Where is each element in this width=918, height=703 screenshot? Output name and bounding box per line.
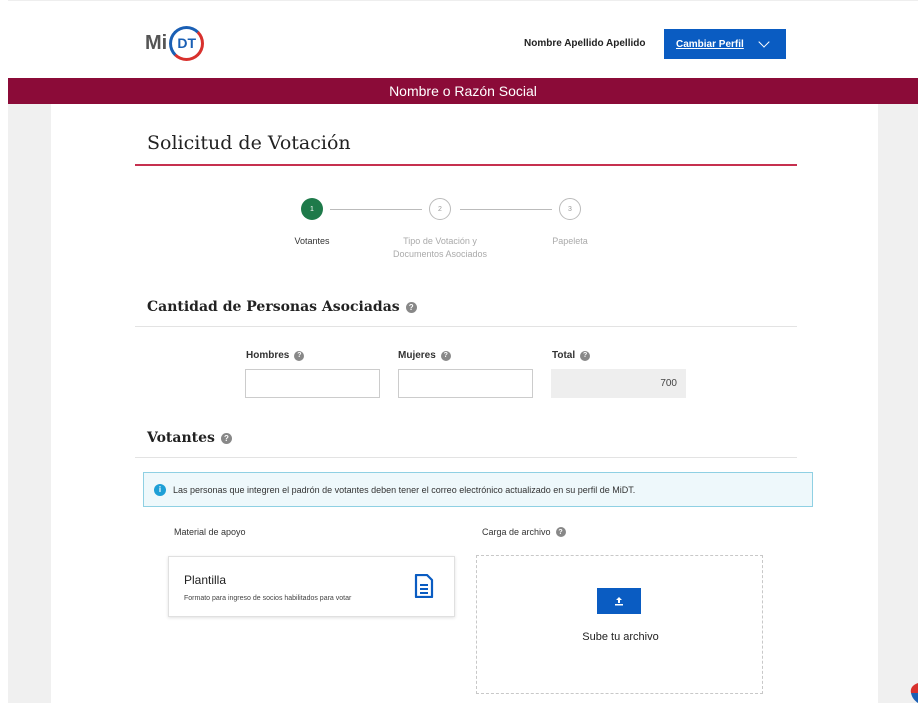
right-gutter: [878, 104, 918, 703]
section-divider: [135, 457, 797, 458]
upload-button[interactable]: [597, 588, 641, 614]
step-1-circle: 1: [301, 198, 323, 220]
template-card[interactable]: Plantilla Formato para ingreso de socios…: [168, 556, 455, 617]
info-alert-text: Las personas que integren el padrón de v…: [173, 484, 636, 495]
user-name: Nombre Apellido Apellido: [524, 38, 646, 49]
step-connector: [330, 209, 422, 210]
total-input: [551, 369, 686, 398]
material-label: Material de apoyo: [174, 527, 246, 537]
help-icon[interactable]: ?: [405, 301, 417, 313]
left-gutter: [8, 104, 51, 703]
logo-dt-text: DT: [177, 35, 197, 51]
section-divider: [135, 326, 797, 327]
section-title-personas-text: Cantidad de Personas Asociadas: [147, 299, 400, 315]
help-icon[interactable]: ?: [555, 527, 566, 537]
midt-logo[interactable]: Mi DT: [145, 25, 205, 61]
corner-widget-icon: [910, 683, 918, 703]
mujeres-label-text: Mujeres: [398, 350, 436, 361]
step-3-circle: 3: [559, 198, 581, 220]
info-icon: i: [154, 483, 166, 496]
section-title-votantes-text: Votantes: [147, 430, 215, 446]
step-3-label: Papeleta: [552, 236, 588, 246]
upload-icon: [615, 597, 623, 606]
hombres-label: Hombres ?: [246, 350, 305, 361]
carga-label-text: Carga de archivo: [482, 527, 551, 537]
help-icon[interactable]: ?: [580, 350, 591, 361]
section-title-votantes: Votantes ?: [147, 430, 232, 446]
help-icon[interactable]: ?: [440, 350, 451, 361]
info-alert: i Las personas que integren el padrón de…: [143, 472, 813, 507]
mujeres-input[interactable]: [398, 369, 533, 398]
hombres-label-text: Hombres: [246, 350, 290, 361]
help-icon[interactable]: ?: [220, 432, 232, 444]
file-dropzone[interactable]: Sube tu archivo: [476, 555, 763, 694]
step-2-circle: 2: [429, 198, 451, 220]
change-profile-button[interactable]: Cambiar Perfil: [664, 29, 786, 59]
template-card-title: Plantilla: [184, 573, 227, 587]
chevron-down-icon: [758, 36, 770, 48]
change-profile-label: Cambiar Perfil: [676, 38, 744, 50]
step-2-label: Tipo de Votación y Documentos Asociados: [378, 235, 502, 261]
help-icon[interactable]: ?: [294, 350, 305, 361]
logo-dt-circle: DT: [169, 25, 205, 61]
upload-text: Sube tu archivo: [582, 631, 659, 643]
section-title-personas: Cantidad de Personas Asociadas ?: [147, 299, 417, 315]
company-banner: Nombre o Razón Social: [8, 78, 918, 104]
mujeres-label: Mujeres ?: [398, 350, 451, 361]
step-2-label-line1: Tipo de Votación y: [403, 236, 477, 246]
hombres-input[interactable]: [245, 369, 380, 398]
step-1-label: Votantes: [294, 236, 330, 246]
template-card-description: Formato para ingreso de socios habilitad…: [184, 595, 352, 602]
logo-mi-text: Mi: [145, 31, 168, 54]
document-icon[interactable]: [414, 574, 434, 598]
total-label-text: Total: [552, 350, 576, 361]
total-label: Total ?: [552, 350, 591, 361]
header: Mi DT Nombre Apellido Apellido Cambiar P…: [8, 0, 918, 78]
page-title: Solicitud de Votación: [147, 132, 351, 154]
step-2-label-line2: Documentos Asociados: [392, 249, 488, 259]
title-divider: [135, 164, 797, 166]
step-connector: [460, 209, 552, 210]
carga-label: Carga de archivo ?: [482, 527, 566, 537]
